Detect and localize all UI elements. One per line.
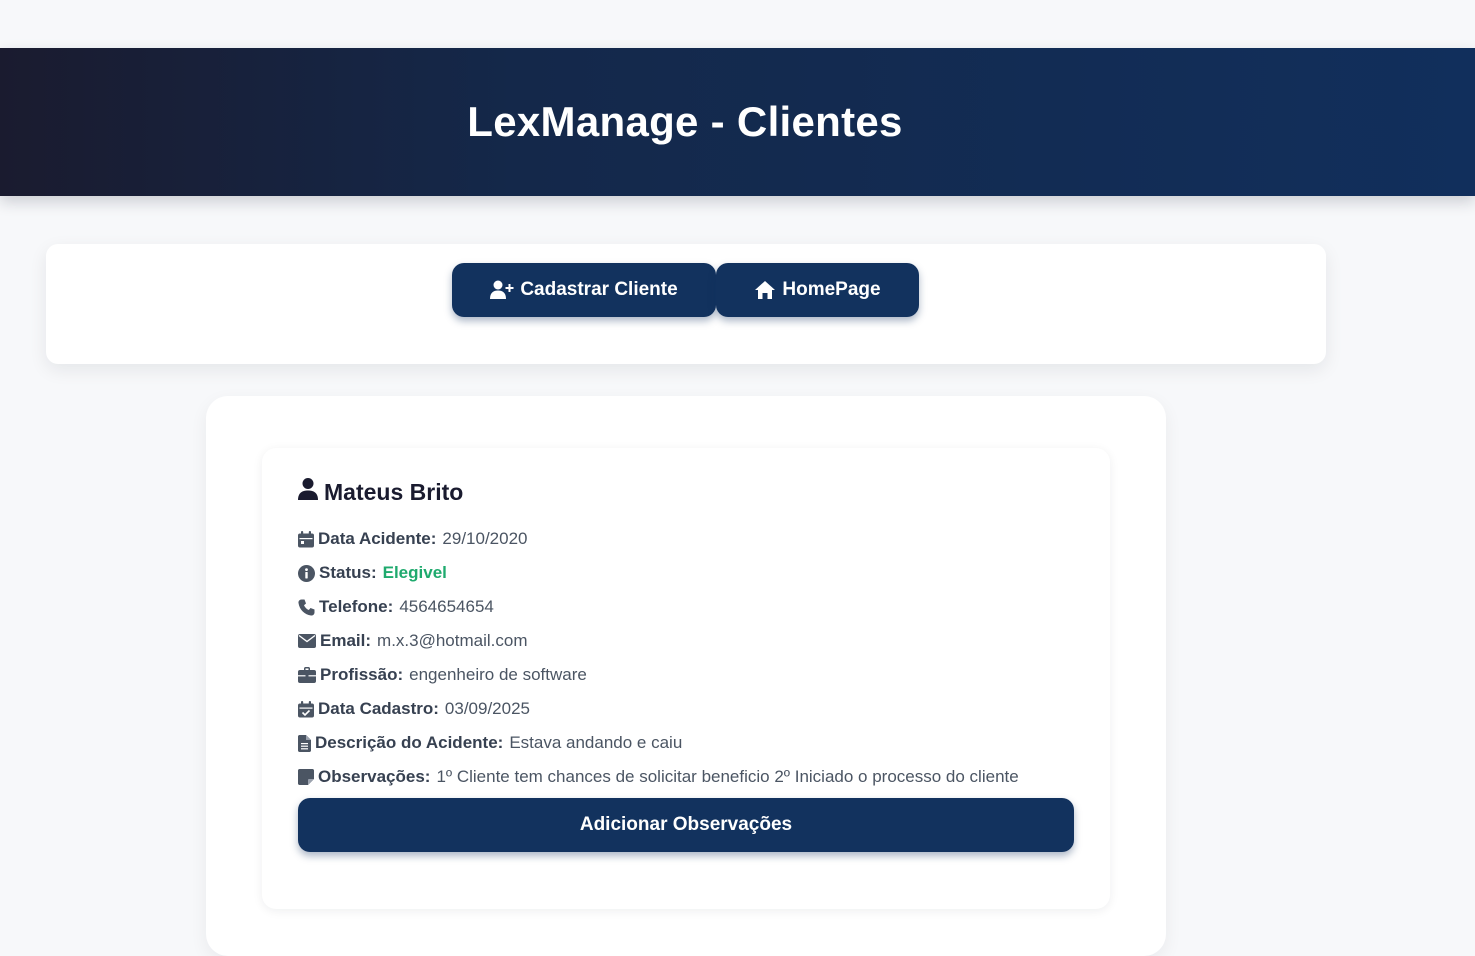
info-icon — [298, 564, 315, 582]
user-icon — [298, 478, 318, 506]
action-toolbar: Cadastrar Cliente HomePage — [46, 244, 1326, 364]
field-notes: Observações: 1º Cliente tem chances de s… — [298, 767, 1019, 787]
field-label: Observações: — [318, 767, 431, 786]
field-email: Email: m.x.3@hotmail.com — [298, 631, 528, 651]
calendar-icon — [298, 530, 314, 548]
register-client-label: Cadastrar Cliente — [520, 279, 678, 300]
client-name-heading: Mateus Brito — [298, 478, 463, 506]
field-value: m.x.3@hotmail.com — [377, 631, 528, 650]
field-value: 29/10/2020 — [442, 529, 528, 548]
phone-icon — [298, 599, 315, 616]
field-value: 4564654654 — [399, 597, 494, 616]
field-value: 1º Cliente tem chances de solicitar bene… — [436, 767, 1019, 786]
sticky-note-icon — [298, 769, 314, 785]
file-icon — [298, 734, 311, 752]
add-notes-button[interactable]: Adicionar Observações — [298, 798, 1074, 852]
field-status: Status: Elegivel — [298, 563, 447, 583]
user-plus-icon — [490, 280, 514, 300]
field-registration-date: Data Cadastro: 03/09/2025 — [298, 699, 530, 719]
field-value: 03/09/2025 — [444, 699, 531, 718]
briefcase-icon — [298, 667, 316, 683]
page-header: LexManage - Clientes — [0, 48, 1475, 196]
register-client-button[interactable]: Cadastrar Cliente — [452, 263, 716, 317]
calendar-check-icon — [298, 700, 314, 718]
homepage-button[interactable]: HomePage — [716, 263, 919, 317]
field-accident-date: Data Acidente: 29/10/2020 — [298, 529, 528, 549]
field-label: Email: — [320, 631, 372, 650]
field-phone: Telefone: 4564654654 — [298, 597, 494, 617]
field-value: engenheiro de software — [409, 665, 587, 684]
client-name: Mateus Brito — [324, 478, 464, 505]
status-badge: Elegivel — [382, 563, 447, 582]
client-card: Mateus Brito Data Acidente: 29/10/2020 S… — [262, 448, 1110, 909]
field-value: Estava andando e caiu — [509, 733, 683, 752]
field-label: Profissão: — [320, 665, 404, 684]
field-label: Data Cadastro: — [318, 699, 439, 718]
field-accident-description: Descrição do Acidente: Estava andando e … — [298, 733, 682, 753]
homepage-label: HomePage — [782, 279, 881, 300]
envelope-icon — [298, 634, 316, 648]
home-icon — [754, 280, 776, 300]
page-title: LexManage - Clientes — [467, 98, 903, 145]
clients-panel: Mateus Brito Data Acidente: 29/10/2020 S… — [206, 396, 1166, 956]
field-profession: Profissão: engenheiro de software — [298, 665, 587, 685]
field-label: Descrição do Acidente: — [315, 733, 504, 752]
field-label: Data Acidente: — [318, 529, 437, 548]
field-label: Telefone: — [319, 597, 394, 616]
add-notes-label: Adicionar Observações — [579, 814, 793, 835]
field-label: Status: — [319, 563, 377, 582]
